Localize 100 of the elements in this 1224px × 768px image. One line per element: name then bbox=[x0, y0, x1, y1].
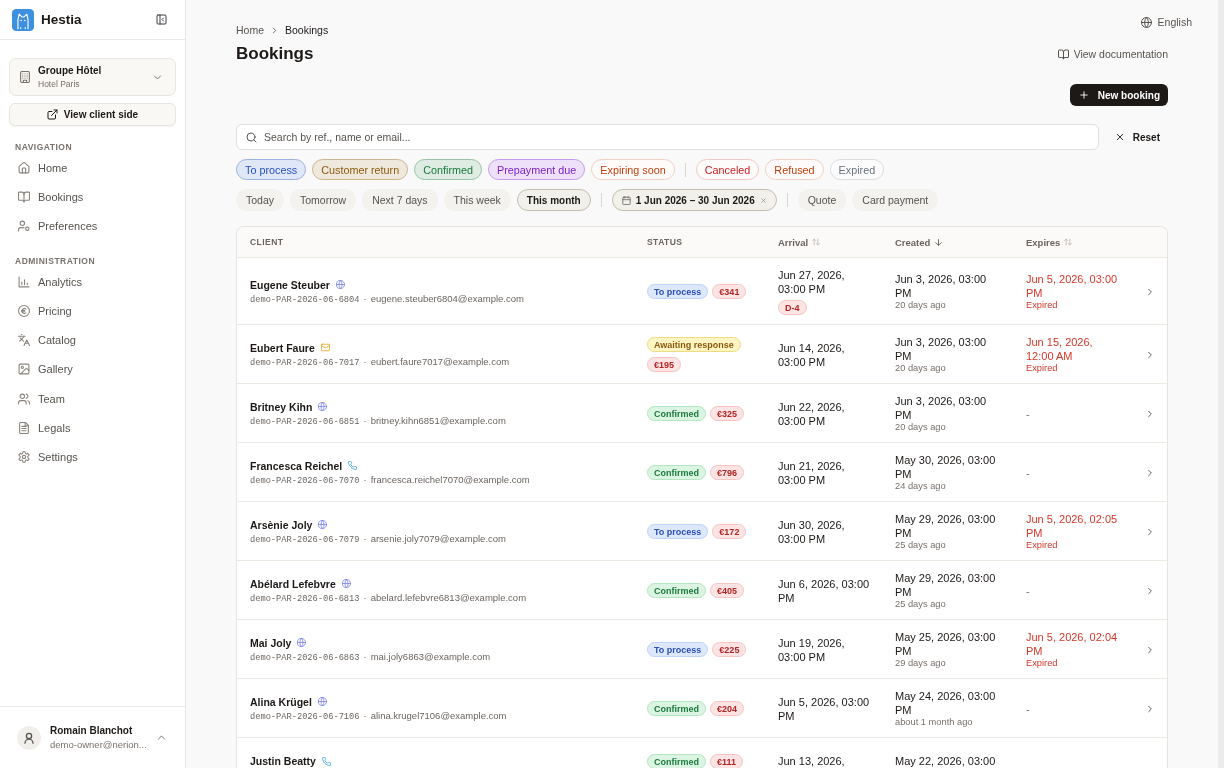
period-filter[interactable]: Next 7 days bbox=[362, 189, 438, 211]
client-email: alina.krugel7106@example.com bbox=[370, 709, 507, 722]
relative-time: 25 days ago bbox=[895, 540, 946, 551]
nav-item[interactable]: Home bbox=[9, 153, 176, 183]
arrival-date: Jun 21, 2026, 03:00 PM bbox=[778, 458, 846, 487]
booking-reference: demo-PAR-2026-06-6851 bbox=[250, 415, 360, 428]
meta-separator: · bbox=[363, 355, 367, 368]
column-header[interactable]: Created bbox=[895, 236, 944, 248]
column-header[interactable]: Expires bbox=[1026, 236, 1073, 248]
booking-reference: demo-PAR-2026-06-7017 bbox=[250, 356, 360, 369]
bar-chart-icon bbox=[18, 275, 30, 288]
status-filter[interactable]: Canceled bbox=[695, 159, 760, 180]
expiry-status: Expired bbox=[1026, 540, 1058, 551]
section-label: ADMINISTRATION bbox=[15, 254, 96, 267]
client-email: arsenie.joly7079@example.com bbox=[370, 532, 506, 545]
nav-item[interactable]: Team bbox=[9, 384, 176, 414]
arrival-date: Jun 5, 2026, 03:00 PM bbox=[778, 694, 871, 723]
status-badge: Confirmed bbox=[647, 465, 706, 480]
view-client-side-button[interactable]: View client side bbox=[9, 103, 176, 126]
chevron-right-icon[interactable] bbox=[1145, 286, 1155, 297]
created-date: May 24, 2026, 03:00 PM bbox=[895, 689, 997, 717]
expiry-date: Jun 5, 2026, 02:05 PM bbox=[1026, 512, 1119, 540]
user-menu[interactable]: Romain Blanchot demo-owner@nerion... bbox=[0, 706, 185, 768]
nav-item[interactable]: Settings bbox=[9, 442, 176, 472]
payment-filter[interactable]: Quote bbox=[797, 189, 847, 211]
arrival-date: Jun 19, 2026, 03:00 PM bbox=[778, 635, 846, 664]
amount-badge: €111 bbox=[710, 754, 744, 768]
reset-button[interactable]: Reset bbox=[1104, 124, 1168, 150]
client-email: eugene.steuber6804@example.com bbox=[370, 292, 524, 305]
nav-item[interactable]: Preferences bbox=[9, 211, 176, 241]
client-name: Abélard Lefebvre bbox=[250, 576, 336, 591]
status-filter[interactable]: Customer return bbox=[312, 159, 409, 180]
relative-time: about 1 month ago bbox=[895, 717, 973, 728]
nav-item[interactable]: Gallery bbox=[9, 354, 176, 385]
amount-badge: €341 bbox=[712, 284, 747, 299]
status-filter[interactable]: To process bbox=[236, 159, 307, 180]
section-label: NAVIGATION bbox=[15, 141, 73, 153]
created-date: May 22, 2026, 03:00 bbox=[895, 754, 996, 768]
users-icon bbox=[18, 392, 30, 405]
language-selector[interactable]: English bbox=[1140, 14, 1192, 30]
cat-logo bbox=[12, 8, 34, 31]
countdown-badge: D-4 bbox=[778, 300, 807, 315]
client-email: francesca.reichel7070@example.com bbox=[370, 473, 530, 486]
status-filter[interactable]: Expired bbox=[829, 159, 885, 180]
period-filter[interactable]: Today bbox=[236, 189, 285, 211]
period-filter[interactable]: Tomorrow bbox=[290, 189, 357, 211]
nav-item[interactable]: Catalog bbox=[9, 325, 176, 355]
expiry-status: Expired bbox=[1026, 300, 1058, 311]
organization-selector[interactable]: Groupe Hôtel Hotel Paris bbox=[9, 58, 176, 96]
arrival-date: Jun 22, 2026, 03:00 PM bbox=[778, 399, 846, 428]
chevron-right-icon[interactable] bbox=[1145, 703, 1155, 714]
date-range-filter[interactable]: 1 Jun 2026 – 30 Jun 2026 bbox=[611, 189, 777, 211]
avatar-icon bbox=[17, 725, 41, 750]
book-icon bbox=[1057, 48, 1069, 60]
amount-badge: €405 bbox=[710, 583, 745, 598]
search-icon bbox=[246, 131, 257, 143]
status-badge: To process bbox=[647, 642, 709, 657]
status-badge: Awaiting response bbox=[647, 337, 741, 352]
period-filter[interactable]: This month bbox=[516, 189, 591, 211]
created-date: May 29, 2026, 03:00 PM bbox=[895, 571, 997, 599]
relative-time: 29 days ago bbox=[895, 658, 946, 669]
clear-icon[interactable] bbox=[759, 196, 767, 204]
status-badge: Confirmed bbox=[647, 701, 706, 716]
settings-icon bbox=[18, 451, 30, 464]
status-filter[interactable]: Expiring soon bbox=[591, 159, 675, 180]
nav-item[interactable]: Pricing bbox=[9, 296, 176, 326]
documentation-link[interactable]: View documentation bbox=[1057, 48, 1168, 60]
arrival-date: Jun 30, 2026, 03:00 PM bbox=[778, 517, 846, 546]
new-booking-button[interactable]: New booking bbox=[1069, 84, 1168, 106]
expiry-date: Jun 5, 2026, 03:00 PM bbox=[1026, 272, 1119, 300]
relative-time: 24 days ago bbox=[895, 481, 946, 492]
chevron-right-icon[interactable] bbox=[1145, 585, 1155, 596]
breadcrumb-link[interactable]: Home bbox=[236, 22, 264, 38]
amount-badge: €204 bbox=[710, 701, 745, 716]
arrival-date: Jun 13, 2026, bbox=[778, 754, 845, 768]
status-filter[interactable]: Prepayment due bbox=[488, 159, 586, 180]
nav-item[interactable]: Analytics bbox=[9, 266, 176, 297]
expiry-date: Jun 5, 2026, 02:04 PM bbox=[1026, 630, 1119, 658]
created-date: Jun 3, 2026, 03:00 PM bbox=[895, 394, 988, 422]
status-filter[interactable]: Refused bbox=[765, 159, 824, 180]
client-name: Justin Beatty bbox=[250, 754, 316, 768]
period-filter[interactable]: This week bbox=[443, 189, 511, 211]
search-field[interactable]: Search by ref., name or email... bbox=[236, 124, 1099, 150]
nav-item[interactable]: Bookings bbox=[9, 182, 176, 212]
chevron-right-icon[interactable] bbox=[1145, 408, 1155, 419]
chevron-right-icon[interactable] bbox=[1145, 526, 1155, 537]
amount-badge: €796 bbox=[710, 465, 745, 480]
sidebar-toggle-icon[interactable] bbox=[156, 14, 167, 25]
chevron-right-icon[interactable] bbox=[1145, 467, 1155, 478]
status-filter[interactable]: Confirmed bbox=[414, 159, 483, 180]
column-header: STATUS bbox=[647, 237, 683, 247]
column-header[interactable]: Arrival bbox=[778, 236, 821, 248]
created-date: May 25, 2026, 03:00 PM bbox=[895, 630, 997, 658]
meta-separator: · bbox=[363, 532, 367, 545]
nav-item[interactable]: Legals bbox=[9, 413, 176, 443]
payment-filter[interactable]: Card payment bbox=[852, 189, 939, 211]
chevron-right-icon[interactable] bbox=[1145, 644, 1155, 655]
status-badge: Confirmed bbox=[647, 406, 706, 421]
client-name: Britney Kihn bbox=[250, 399, 313, 414]
chevron-right-icon[interactable] bbox=[1145, 349, 1155, 360]
